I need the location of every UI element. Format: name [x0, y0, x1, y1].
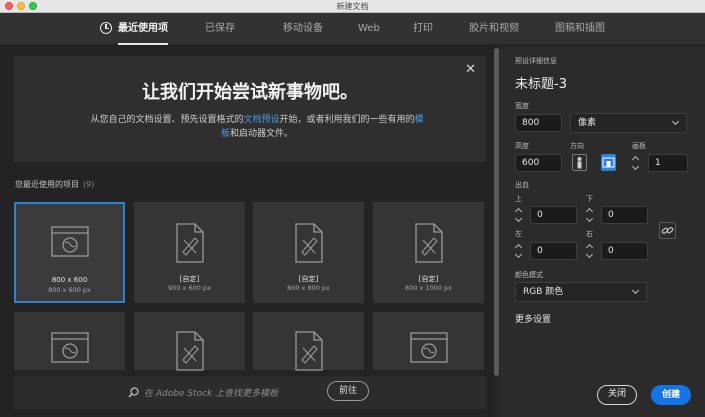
banner-text: 从您自己的文档设置、预先设置格式的文档预设开始，或者利用我们的一些有用的模板和启…: [90, 113, 424, 141]
artboard-stepper[interactable]: [632, 155, 639, 171]
width-input[interactable]: 800: [515, 114, 562, 132]
recent-item-name: 800 x 600: [51, 276, 88, 284]
recent-item-card[interactable]: [自定] 800 x 1000 px: [373, 202, 484, 303]
bleed-label: 出血: [515, 181, 529, 189]
artboard-label: 画板: [632, 142, 646, 150]
stock-search-bar: 在 Adobe Stock 上查找更多模板 前往: [14, 376, 486, 409]
recent-item-card[interactable]: [自定] 800 x 800 px: [253, 202, 364, 303]
chevron-down-icon: [631, 286, 640, 295]
preset-details-panel: 预设详细信息 未标题-3 宽度 800 像素 高度 方向 画板 600 1 出血…: [500, 46, 705, 417]
window-titlebar: 新建文档: [0, 0, 705, 13]
category-tabs: 最近使用项 已保存 移动设备 Web 打印 胶片和视频 图稿和插图: [0, 13, 705, 45]
preset-details-label: 预设详细信息: [515, 57, 557, 65]
banner-text-part: 和启动器文件。: [230, 129, 294, 139]
close-button[interactable]: 关闭: [597, 385, 637, 405]
banner-text-part: 从您自己的文档设置、预先设置格式的: [90, 115, 244, 125]
recent-item-size: 800 x 600 px: [48, 286, 91, 294]
chevron-down-icon: [671, 117, 680, 126]
scrollbar[interactable]: [493, 46, 500, 417]
bleed-bottom-label: 下: [586, 195, 593, 203]
landscape-icon: [602, 157, 615, 168]
recent-item-card[interactable]: [14, 312, 125, 370]
close-icon[interactable]: ✕: [465, 62, 476, 77]
tab-art-illustration[interactable]: 图稿和插图: [555, 13, 605, 45]
bleed-right-input[interactable]: 0: [601, 242, 648, 260]
recent-item-card[interactable]: [134, 312, 245, 371]
recent-items-count: (9): [83, 180, 95, 189]
tab-print[interactable]: 打印: [413, 13, 433, 45]
recent-item-card[interactable]: [253, 312, 364, 371]
color-mode-value: RGB 颜色: [523, 287, 564, 297]
recent-items-label: 您最近使用的项目: [15, 180, 79, 189]
custom-document-icon: [175, 223, 204, 263]
color-mode-select[interactable]: RGB 颜色: [515, 282, 647, 302]
bleed-right-label: 右: [586, 230, 593, 238]
bleed-bottom-input[interactable]: 0: [601, 206, 648, 224]
bleed-left-input[interactable]: 0: [530, 242, 577, 260]
bleed-top-label: 上: [515, 195, 522, 203]
orientation-label: 方向: [570, 142, 584, 150]
link-bleed-button[interactable]: [659, 222, 676, 239]
web-document-icon: [50, 332, 89, 363]
custom-document-icon: [175, 331, 204, 371]
more-settings-link[interactable]: 更多设置: [515, 312, 551, 325]
unit-select[interactable]: 像素: [570, 113, 687, 133]
web-document-icon: [409, 332, 448, 363]
portrait-icon: [577, 157, 582, 169]
bleed-top-stepper[interactable]: [515, 207, 522, 223]
recent-item-card[interactable]: 800 x 600 800 x 600 px: [14, 202, 125, 303]
banner-title: 让我们开始尝试新事物吧。: [142, 82, 358, 103]
bleed-left-stepper[interactable]: [515, 243, 522, 259]
link-icon: [661, 227, 674, 234]
scrollbar-thumb[interactable]: [494, 48, 499, 376]
recent-items-heading: 您最近使用的项目 (9): [15, 179, 94, 190]
unit-select-value: 像素: [578, 118, 597, 128]
custom-document-icon: [414, 223, 443, 263]
color-mode-label: 颜色模式: [515, 271, 543, 279]
web-document-icon: [50, 226, 89, 257]
height-input[interactable]: 600: [515, 154, 562, 172]
clock-icon: [100, 22, 112, 34]
bleed-top-input[interactable]: 0: [530, 206, 577, 224]
tab-mobile[interactable]: 移动设备: [283, 13, 323, 45]
tab-film-video[interactable]: 胶片和视频: [469, 13, 519, 45]
custom-document-icon: [294, 223, 323, 263]
recent-item-size: 800 x 800 px: [287, 284, 330, 292]
height-label: 高度: [515, 142, 529, 150]
search-icon: [128, 387, 139, 398]
bleed-bottom-stepper[interactable]: [586, 207, 593, 223]
custom-document-icon: [294, 331, 323, 371]
landscape-orientation-button[interactable]: [601, 154, 616, 171]
artboard-input[interactable]: 1: [648, 154, 688, 172]
banner-text-part: 开始，或者利用我们的一些有用的: [279, 115, 415, 125]
bleed-left-label: 左: [515, 230, 522, 238]
document-name-field[interactable]: 未标题-3: [515, 73, 567, 92]
recent-item-name: [自定]: [298, 275, 319, 283]
stock-search-input[interactable]: 在 Adobe Stock 上查找更多模板: [144, 386, 278, 399]
left-pane: ✕ 让我们开始尝试新事物吧。 从您自己的文档设置、预先设置格式的文档预设开始，或…: [0, 46, 500, 417]
width-label: 宽度: [515, 102, 529, 110]
bleed-right-stepper[interactable]: [586, 243, 593, 259]
tab-saved[interactable]: 已保存: [205, 13, 235, 45]
recent-item-card[interactable]: [自定] 900 x 600 px: [134, 202, 245, 303]
welcome-banner: ✕ 让我们开始尝试新事物吧。 从您自己的文档设置、预先设置格式的文档预设开始，或…: [14, 56, 486, 162]
recent-item-name: [自定]: [179, 275, 200, 283]
tab-web[interactable]: Web: [358, 13, 380, 45]
tab-recent[interactable]: 最近使用项: [118, 13, 168, 45]
create-button[interactable]: 创建: [651, 385, 691, 405]
recent-item-card[interactable]: [373, 312, 484, 370]
recent-item-size: 800 x 1000 px: [405, 284, 452, 292]
portrait-orientation-button[interactable]: [572, 154, 587, 171]
document-presets-link[interactable]: 文档预设: [243, 115, 279, 125]
recent-item-size: 900 x 600 px: [168, 284, 211, 292]
window-title: 新建文档: [336, 2, 369, 11]
recent-item-name: [自定]: [418, 275, 439, 283]
go-button[interactable]: 前往: [327, 381, 369, 401]
